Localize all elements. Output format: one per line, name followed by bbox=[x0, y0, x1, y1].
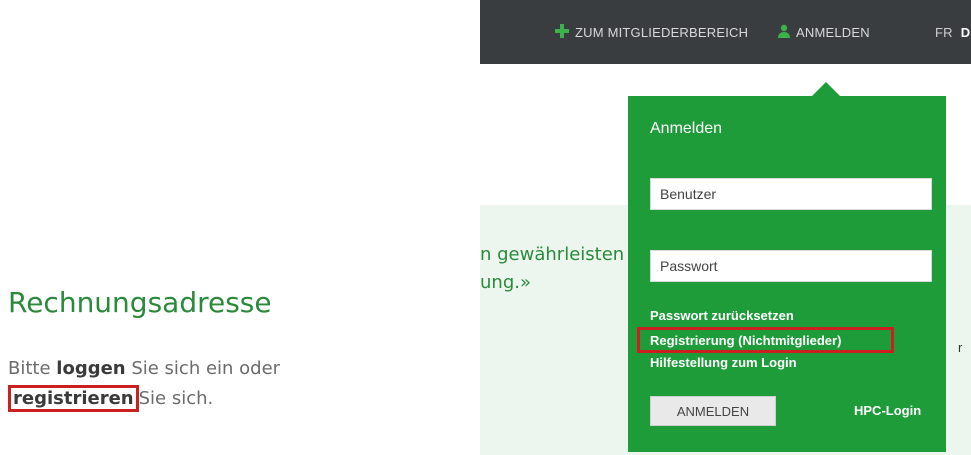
login-help-link[interactable]: Hilfestellung zum Login bbox=[650, 355, 797, 370]
login-nav-label: ANMELDEN bbox=[796, 24, 870, 40]
reset-password-link[interactable]: Passwort zurücksetzen bbox=[650, 308, 794, 323]
hpc-login-link[interactable]: HPC-Login bbox=[854, 403, 921, 418]
content-text-line-2: ung.» bbox=[480, 272, 531, 293]
dropdown-caret bbox=[812, 82, 840, 96]
login-nav-button[interactable]: ANMELDEN bbox=[778, 0, 870, 64]
registration-highlight-box bbox=[637, 327, 894, 353]
password-input[interactable] bbox=[650, 250, 932, 282]
prompt-middle: Sie sich ein oder bbox=[125, 358, 281, 379]
billing-address-title: Rechnungsadresse bbox=[8, 286, 272, 319]
green-plus-icon bbox=[555, 23, 569, 41]
language-fr[interactable]: FR bbox=[935, 25, 953, 40]
register-link[interactable]: registrieren bbox=[8, 385, 139, 412]
prompt-prefix: Bitte bbox=[8, 358, 51, 379]
login-prompt: Bitte loggen Sie sich ein oder registrie… bbox=[8, 354, 280, 414]
prompt-suffix: Sie sich. bbox=[138, 388, 214, 409]
login-dropdown: Anmelden Passwort zurücksetzen Registrie… bbox=[628, 96, 946, 452]
dropdown-title: Anmelden bbox=[650, 120, 723, 137]
content-side-letter: r bbox=[958, 340, 963, 355]
members-area-link[interactable]: ZUM MITGLIEDERBEREICH bbox=[555, 0, 748, 64]
members-area-label: ZUM MITGLIEDERBEREICH bbox=[575, 24, 749, 40]
login-submit-button[interactable]: ANMELDEN bbox=[650, 396, 776, 426]
user-icon bbox=[778, 24, 790, 41]
top-navigation-bar: ZUM MITGLIEDERBEREICH ANMELDEN FR DE bbox=[480, 0, 971, 64]
language-de[interactable]: DE bbox=[961, 25, 971, 40]
username-input[interactable] bbox=[650, 178, 932, 210]
login-link[interactable]: loggen bbox=[56, 358, 125, 379]
content-text-line-1: n gewährleisten bbox=[480, 244, 625, 265]
language-switcher: FR DE bbox=[935, 0, 971, 64]
